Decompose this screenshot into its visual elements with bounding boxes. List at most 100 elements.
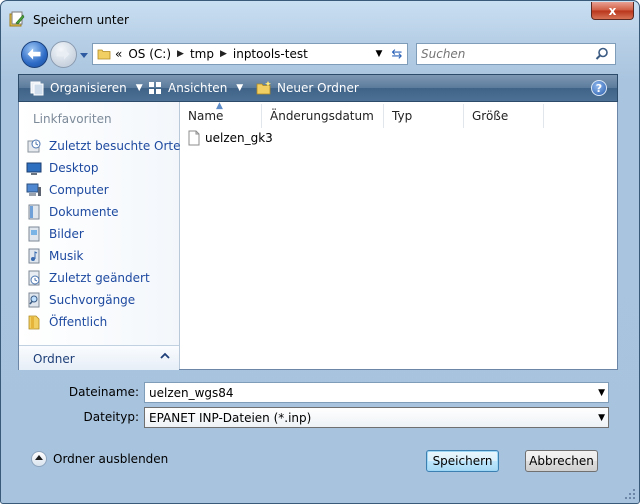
forward-arrow-icon xyxy=(56,48,70,60)
column-header-label: Größe xyxy=(472,109,509,123)
breadcrumb-item-drive[interactable]: OS (C:) xyxy=(128,47,171,61)
sort-ascending-icon: ▲ xyxy=(216,101,223,111)
address-dropdown-icon[interactable]: ▼ xyxy=(371,46,387,62)
save-as-icon xyxy=(9,11,25,27)
hide-folders-label: Ordner ausblenden xyxy=(53,452,169,466)
nav-item-label: Zuletzt besuchte Orte xyxy=(49,139,181,153)
chevron-up-icon xyxy=(31,451,47,467)
nav-item-pictures[interactable]: Bilder xyxy=(26,223,181,245)
music-icon xyxy=(28,248,40,264)
chevron-down-icon: ▼ xyxy=(135,83,143,93)
search-box[interactable] xyxy=(416,43,616,65)
organize-button[interactable]: Organisieren ▼ xyxy=(29,75,143,101)
chevron-down-icon[interactable]: ▼ xyxy=(598,388,605,398)
nav-item-recently-changed[interactable]: Zuletzt geändert xyxy=(26,267,181,289)
recently-changed-icon xyxy=(28,270,40,286)
views-icon xyxy=(149,82,161,94)
recent-pages-dropdown-icon[interactable] xyxy=(79,49,89,61)
documents-icon xyxy=(28,204,40,220)
nav-item-desktop[interactable]: Desktop xyxy=(26,157,181,179)
breadcrumb: « OS (C:) ▶ tmp ▶ inptools-test xyxy=(115,44,308,64)
folders-label: Ordner xyxy=(33,352,75,366)
close-button[interactable]: x xyxy=(591,2,634,20)
column-header-name[interactable]: ▲ Name xyxy=(180,101,262,128)
nav-item-music[interactable]: Musik xyxy=(26,245,181,267)
filename-value: uelzen_wgs84 xyxy=(149,386,234,400)
favorite-links-header: Linkfavoriten xyxy=(33,112,112,126)
desktop-icon xyxy=(26,162,42,175)
views-label: Ansichten xyxy=(168,81,228,95)
refresh-icon[interactable]: ⇆ xyxy=(389,46,405,62)
chevron-down-icon: ▼ xyxy=(236,83,244,93)
new-folder-label: Neuer Ordner xyxy=(277,81,359,95)
cancel-button[interactable]: Abbrechen xyxy=(525,450,598,472)
nav-item-label: Zuletzt geändert xyxy=(49,271,150,285)
recent-places-icon xyxy=(27,139,41,153)
file-icon xyxy=(188,130,200,146)
cancel-button-label: Abbrechen xyxy=(529,454,594,468)
new-folder-button[interactable]: Neuer Ordner xyxy=(256,75,359,101)
search-icon[interactable] xyxy=(595,47,609,61)
breadcrumb-item-tmp[interactable]: tmp xyxy=(190,47,214,61)
column-header-label: Name xyxy=(188,109,224,123)
file-name: uelzen_gk3 xyxy=(205,131,273,145)
hide-folders-button[interactable]: Ordner ausblenden xyxy=(31,449,168,469)
list-item[interactable]: uelzen_gk3 xyxy=(188,129,273,147)
column-header-size[interactable]: Größe xyxy=(464,104,544,128)
organize-icon xyxy=(30,81,44,96)
back-button[interactable] xyxy=(21,41,48,68)
chevron-down-icon: ▼ xyxy=(598,413,605,423)
column-headers: ▲ Name Änderungsdatum Typ Größe xyxy=(180,101,618,128)
searches-icon xyxy=(28,292,40,308)
breadcrumb-separator-icon[interactable]: ▶ xyxy=(220,49,227,59)
navigation-pane: Linkfavoriten Zuletzt besuchte Orte Desk… xyxy=(19,102,181,370)
nav-item-label: Suchvorgänge xyxy=(49,293,136,307)
title-bar[interactable]: Speichern unter x xyxy=(1,1,639,35)
nav-item-label: Musik xyxy=(49,249,84,263)
content-area: Linkfavoriten Zuletzt besuchte Orte Desk… xyxy=(18,101,618,370)
nav-item-label: Öffentlich xyxy=(49,315,108,329)
help-icon[interactable]: ? xyxy=(591,80,607,96)
window-title: Speichern unter xyxy=(33,13,129,27)
column-header-label: Typ xyxy=(392,109,413,123)
folder-icon xyxy=(97,49,111,60)
nav-item-computer[interactable]: Computer xyxy=(26,179,181,201)
computer-icon xyxy=(26,183,41,196)
views-button[interactable]: Ansichten ▼ xyxy=(147,75,243,101)
command-toolbar: Organisieren ▼ Ansichten ▼ Neuer Ordner … xyxy=(18,74,618,102)
pictures-icon xyxy=(28,226,40,242)
save-as-dialog: Speichern unter x « OS (C:) ▶ tmp ▶ inpt… xyxy=(0,0,640,504)
breadcrumb-overflow[interactable]: « xyxy=(115,47,122,61)
nav-item-label: Bilder xyxy=(49,227,84,241)
column-header-date[interactable]: Änderungsdatum xyxy=(262,104,384,128)
public-folder-icon xyxy=(28,315,40,330)
breadcrumb-item-inptools-test[interactable]: inptools-test xyxy=(233,47,308,61)
close-icon: x xyxy=(608,3,617,18)
filetype-value: EPANET INP-Dateien (*.inp) xyxy=(149,411,312,425)
breadcrumb-separator-icon[interactable]: ▶ xyxy=(177,49,184,59)
favorite-links-list: Zuletzt besuchte Orte Desktop Computer D… xyxy=(26,135,181,333)
nav-item-documents[interactable]: Dokumente xyxy=(26,201,181,223)
nav-item-recent-places[interactable]: Zuletzt besuchte Orte xyxy=(26,135,181,157)
filename-field[interactable]: uelzen_wgs84 ▼ xyxy=(144,382,609,403)
save-button[interactable]: Speichern xyxy=(426,450,499,472)
save-button-label: Speichern xyxy=(432,454,493,468)
nav-item-public[interactable]: Öffentlich xyxy=(26,311,181,333)
filetype-label: Dateityp: xyxy=(83,410,139,424)
nav-item-label: Desktop xyxy=(49,161,99,175)
folders-toggle[interactable]: Ordner xyxy=(19,345,179,370)
filetype-select[interactable]: EPANET INP-Dateien (*.inp) ▼ xyxy=(144,407,609,428)
column-header-label: Änderungsdatum xyxy=(270,109,374,123)
nav-item-label: Dokumente xyxy=(49,205,119,219)
column-header-type[interactable]: Typ xyxy=(384,104,464,128)
search-input[interactable] xyxy=(421,46,591,62)
filename-label: Dateiname: xyxy=(68,385,139,399)
forward-button[interactable] xyxy=(50,41,77,68)
back-arrow-icon xyxy=(27,48,41,60)
help-symbol: ? xyxy=(595,81,603,95)
new-folder-icon xyxy=(256,81,271,95)
chevron-up-icon xyxy=(160,352,170,359)
nav-item-searches[interactable]: Suchvorgänge xyxy=(26,289,181,311)
address-bar[interactable]: « OS (C:) ▶ tmp ▶ inptools-test ▼ ⇆ xyxy=(92,43,408,65)
resize-grip-icon[interactable] xyxy=(624,488,636,500)
